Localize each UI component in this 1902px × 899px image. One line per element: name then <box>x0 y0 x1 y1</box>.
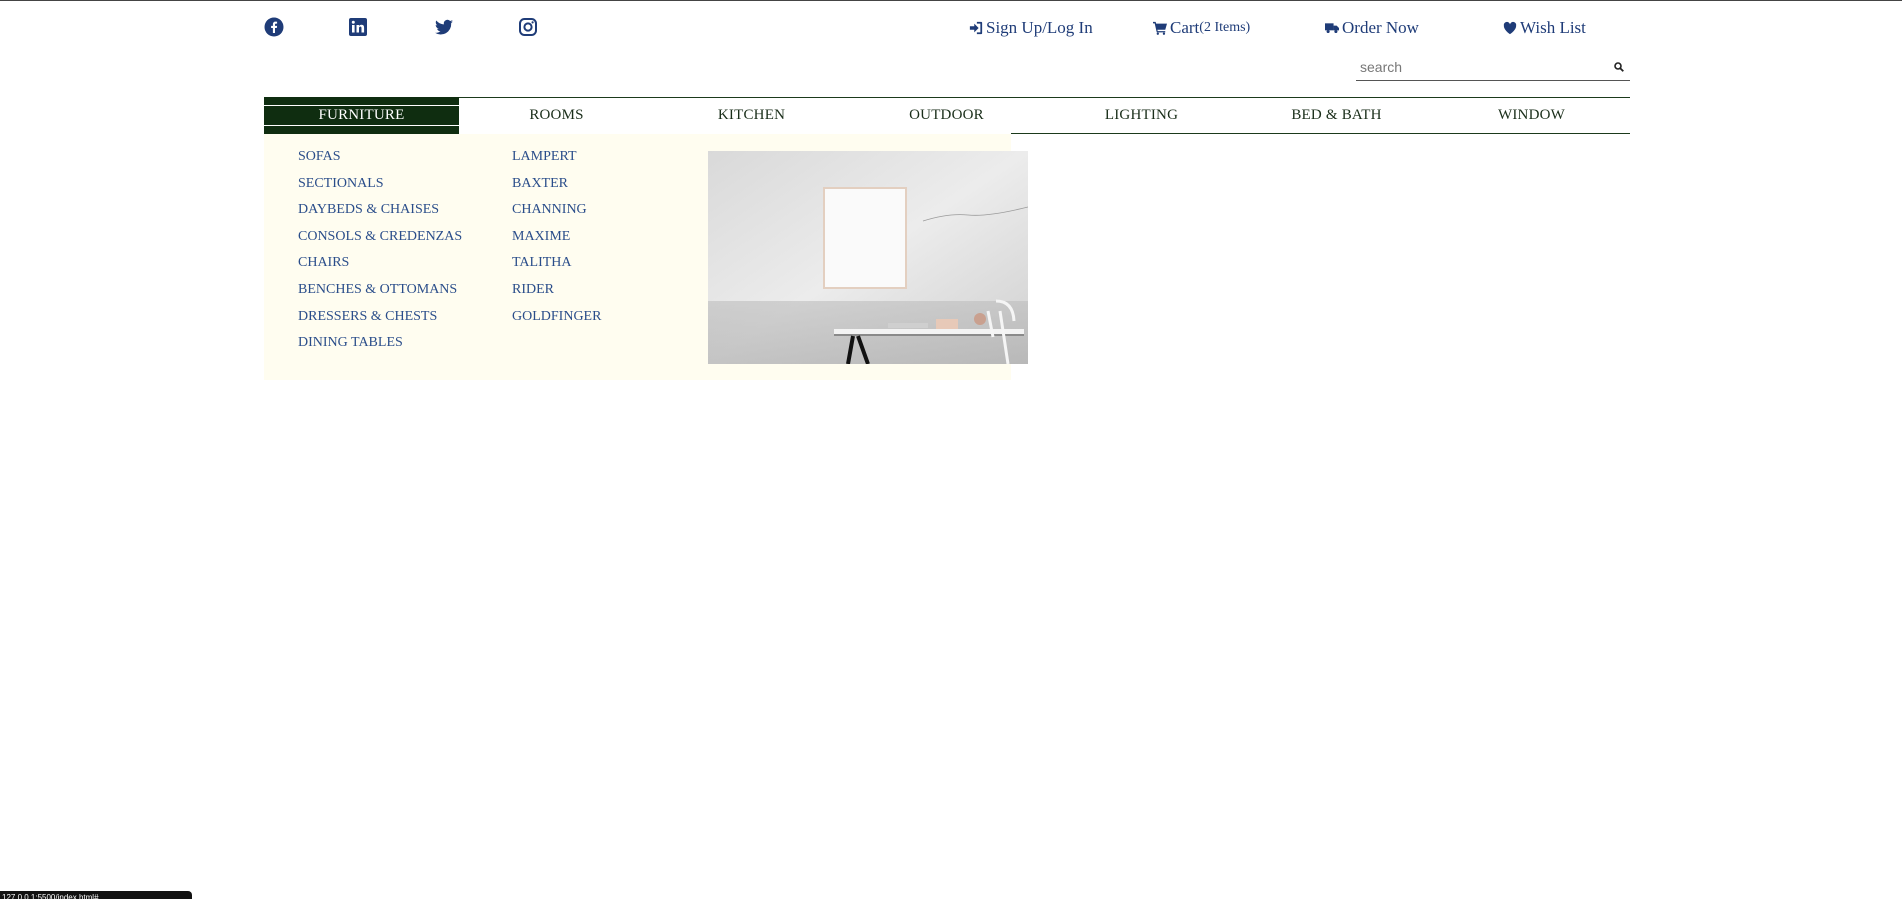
nav-item-rooms[interactable]: ROOMS <box>459 97 654 134</box>
order-now-label: Order Now <box>1342 18 1419 37</box>
menu-link-sofas[interactable]: SOFAS <box>298 148 462 175</box>
collection-list: LAMPERT BAXTER CHANNING MAXIME TALITHA R… <box>512 148 601 334</box>
heart-icon <box>1503 21 1517 35</box>
menu-link-channing[interactable]: CHANNING <box>512 201 601 228</box>
sign-in-icon <box>969 21 983 35</box>
menu-link-talitha[interactable]: TALITHA <box>512 254 601 281</box>
nav-item-window[interactable]: WINDOW <box>1434 97 1629 134</box>
nav-item-furniture[interactable]: FURNITURE <box>264 97 459 134</box>
twitter-icon[interactable] <box>434 17 454 37</box>
search-icon[interactable] <box>1614 62 1624 72</box>
category-list: SOFAS SECTIONALS DAYBEDS & CHAISES CONSO… <box>298 148 462 361</box>
instagram-icon[interactable] <box>518 17 538 37</box>
furniture-dropdown: SOFAS SECTIONALS DAYBEDS & CHAISES CONSO… <box>264 134 1028 380</box>
cart-link[interactable]: Cart (2 Items) <box>1153 17 1250 39</box>
cart-label: Cart <box>1170 18 1200 37</box>
menu-link-sectionals[interactable]: SECTIONALS <box>298 175 462 202</box>
menu-link-dining-tables[interactable]: DINING TABLES <box>298 334 462 361</box>
linkedin-icon[interactable] <box>348 17 368 37</box>
menu-link-dressers-chests[interactable]: DRESSERS & CHESTS <box>298 308 462 335</box>
menu-link-chairs[interactable]: CHAIRS <box>298 254 462 281</box>
truck-icon <box>1325 23 1339 34</box>
search-box <box>1356 56 1630 81</box>
menu-link-lampert[interactable]: LAMPERT <box>512 148 601 175</box>
menu-link-maxime[interactable]: MAXIME <box>512 228 601 255</box>
facebook-icon[interactable] <box>264 17 284 37</box>
main-nav: FURNITURE ROOMS KITCHEN OUTDOOR LIGHTING… <box>264 97 1630 135</box>
promo-image[interactable] <box>708 151 1028 364</box>
cart-item-count: (2 Items) <box>1199 20 1251 35</box>
nav-bottom-rule <box>1011 133 1630 134</box>
nav-item-outdoor[interactable]: OUTDOOR <box>849 97 1044 134</box>
top-border <box>0 0 1902 1</box>
menu-link-consols-credenzas[interactable]: CONSOLS & CREDENZAS <box>298 228 462 255</box>
nav-item-bed-bath[interactable]: BED & BATH <box>1239 97 1434 134</box>
cart-icon <box>1153 21 1167 35</box>
wish-list-link[interactable]: Wish List <box>1503 17 1586 39</box>
browser-status-bar: 127.0.0.1:5500/index.html# <box>0 891 192 899</box>
menu-link-daybeds-chaises[interactable]: DAYBEDS & CHAISES <box>298 201 462 228</box>
nav-item-lighting[interactable]: LIGHTING <box>1044 97 1239 134</box>
menu-link-baxter[interactable]: BAXTER <box>512 175 601 202</box>
wish-list-label: Wish List <box>1520 18 1586 37</box>
order-now-link[interactable]: Order Now <box>1325 17 1419 39</box>
signup-login-label: Sign Up/Log In <box>986 18 1093 37</box>
nav-item-kitchen[interactable]: KITCHEN <box>654 97 849 134</box>
menu-link-rider[interactable]: RIDER <box>512 281 601 308</box>
search-input[interactable] <box>1360 56 1600 78</box>
signup-login-link[interactable]: Sign Up/Log In <box>969 17 1093 39</box>
menu-link-goldfinger[interactable]: GOLDFINGER <box>512 308 601 335</box>
menu-link-benches-ottomans[interactable]: BENCHES & OTTOMANS <box>298 281 462 308</box>
